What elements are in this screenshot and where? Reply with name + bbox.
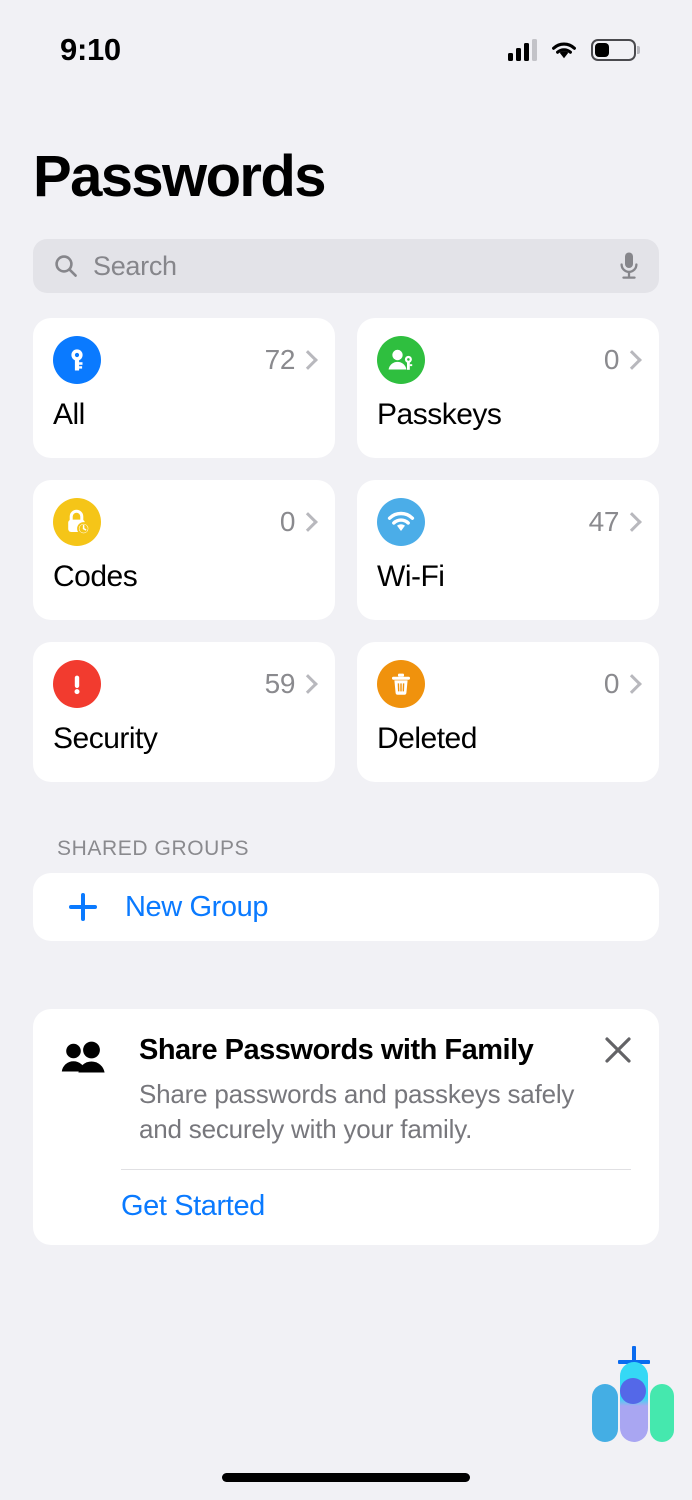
chevron-right-icon [622, 349, 642, 370]
search-placeholder: Search [93, 250, 177, 281]
plus-icon [69, 893, 97, 921]
key-icon [53, 336, 101, 384]
trash-icon [377, 660, 425, 708]
category-card-wifi[interactable]: 47 Wi-Fi [357, 480, 659, 620]
search-icon [53, 253, 79, 279]
person-key-icon [377, 336, 425, 384]
category-count: 0 [603, 668, 620, 699]
search-input[interactable]: Search [33, 239, 659, 293]
category-count: 59 [264, 668, 296, 699]
banner-divider [121, 1169, 631, 1171]
category-card-security[interactable]: 59 Security [33, 642, 335, 782]
status-indicators [508, 39, 636, 61]
floating-assistant-widget[interactable] [590, 1346, 674, 1442]
widget-dot [620, 1378, 646, 1404]
category-card-all[interactable]: 72 All [33, 318, 335, 458]
category-label: All [53, 398, 85, 431]
chevron-right-icon [622, 511, 642, 532]
category-label: Codes [53, 560, 138, 593]
category-card-passkeys[interactable]: 0 Passkeys [357, 318, 659, 458]
chevron-right-icon [298, 349, 318, 370]
page-title: Passwords [33, 144, 326, 209]
close-icon[interactable] [603, 1035, 633, 1065]
category-label: Deleted [377, 722, 477, 755]
banner-description: Share passwords and passkeys safely and … [139, 1078, 575, 1144]
category-count: 0 [603, 344, 620, 375]
category-label: Security [53, 722, 158, 755]
chevron-right-icon [298, 673, 318, 694]
widget-pill-right [650, 1384, 674, 1442]
wifi-icon [552, 42, 576, 59]
category-count: 0 [279, 506, 296, 537]
wifi-icon [377, 498, 425, 546]
status-time: 9:10 [60, 32, 121, 67]
family-sharing-banner: Share Passwords with Family Share passwo… [33, 1009, 659, 1246]
category-card-codes[interactable]: 0 Codes [33, 480, 335, 620]
microphone-icon[interactable] [617, 250, 641, 282]
widget-pill-left [592, 1384, 618, 1442]
category-count: 47 [588, 506, 620, 537]
home-indicator[interactable] [222, 1473, 470, 1482]
category-label: Wi-Fi [377, 560, 445, 593]
cellular-signal-icon [508, 39, 537, 61]
banner-title: Share Passwords with Family [139, 1034, 534, 1066]
chevron-right-icon [622, 673, 642, 694]
two-people-icon [61, 1041, 107, 1082]
category-label: Passkeys [377, 398, 502, 431]
lock-clock-icon [53, 498, 101, 546]
category-grid: 72 All 0 Passkeys 0 Codes 47 Wi-Fi 59 Se… [33, 318, 659, 782]
new-group-button[interactable]: New Group [33, 873, 659, 941]
get-started-button[interactable]: Get Started [121, 1190, 631, 1223]
category-count: 72 [264, 344, 296, 375]
battery-icon [591, 39, 636, 61]
exclamation-icon [53, 660, 101, 708]
new-group-label: New Group [125, 890, 269, 923]
chevron-right-icon [298, 511, 318, 532]
shared-groups-section-title: SHARED GROUPS [57, 837, 250, 860]
status-bar: 9:10 [0, 0, 692, 92]
category-card-deleted[interactable]: 0 Deleted [357, 642, 659, 782]
